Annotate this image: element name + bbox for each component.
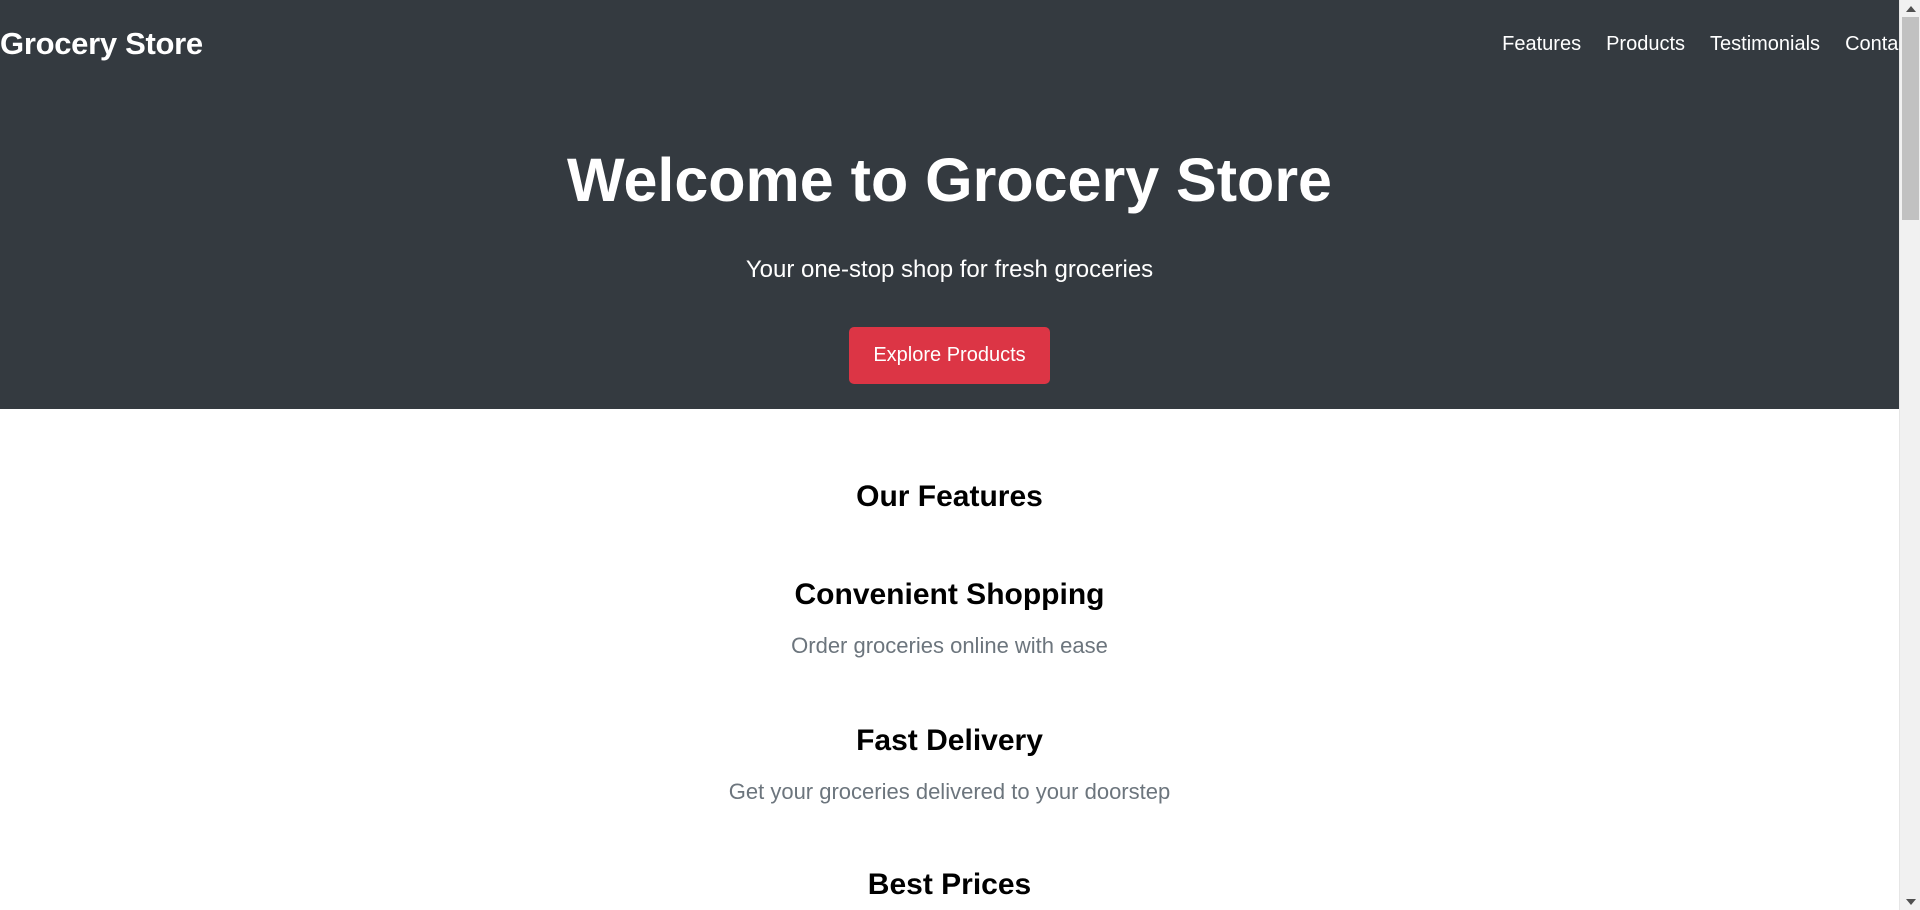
hero-header: Grocery Store Features Products Testimon… <box>0 0 1899 409</box>
hero-title: Welcome to Grocery Store <box>566 146 1332 214</box>
scrollbar-thumb[interactable] <box>1902 17 1919 220</box>
nav-link-products[interactable]: Products <box>1606 30 1685 58</box>
features-section-title: Our Features <box>856 480 1043 513</box>
scroll-down-arrow-icon[interactable] <box>1900 893 1920 910</box>
feature-heading: Fast Delivery <box>856 724 1043 757</box>
hero-subtitle: Your one-stop shop for fresh groceries <box>745 256 1154 283</box>
scroll-up-arrow-icon[interactable] <box>1900 0 1920 17</box>
explore-products-button[interactable]: Explore Products <box>849 327 1050 384</box>
nav-link-contact[interactable]: Contact <box>1845 30 1899 58</box>
brand-logo-text[interactable]: Grocery Store <box>0 24 203 64</box>
nav-link-testimonials[interactable]: Testimonials <box>1710 30 1820 58</box>
browser-viewport: Grocery Store Features Products Testimon… <box>0 0 1920 910</box>
vertical-scrollbar[interactable] <box>1899 0 1920 910</box>
page: Grocery Store Features Products Testimon… <box>0 0 1899 910</box>
feature-description: Order groceries online with ease <box>791 633 1108 658</box>
main-nav: Features Products Testimonials Contact <box>1502 30 1899 58</box>
feature-description: Get your groceries delivered to your doo… <box>728 779 1171 804</box>
feature-heading: Best Prices <box>867 868 1032 901</box>
feature-heading: Convenient Shopping <box>794 578 1105 611</box>
nav-link-features[interactable]: Features <box>1502 30 1581 58</box>
